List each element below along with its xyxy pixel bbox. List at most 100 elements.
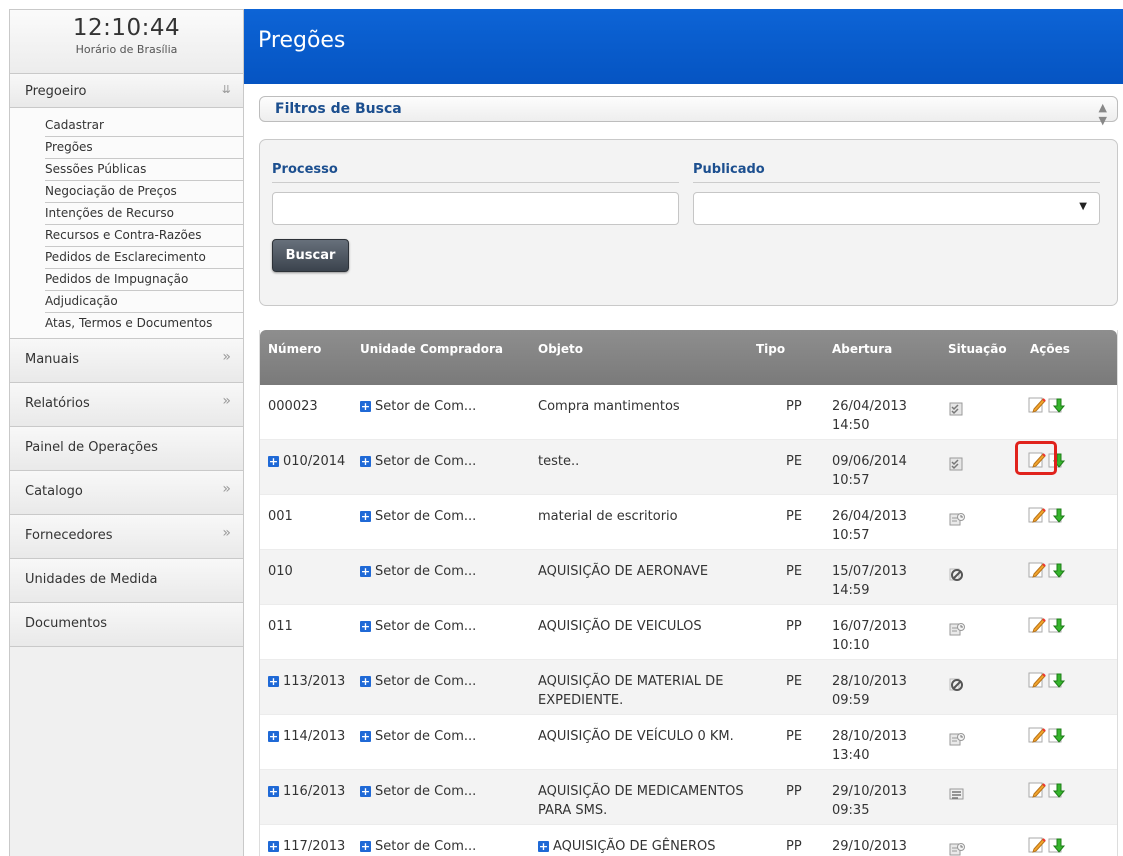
abertura-cell: 15/07/2013 14:59: [832, 562, 907, 600]
submenu-item[interactable]: Negociação de Preços: [45, 181, 243, 203]
tipo-cell: PE: [786, 562, 802, 581]
numero-cell-text: 113/2013: [283, 674, 346, 689]
expand-plus-icon[interactable]: +: [268, 786, 279, 797]
edit-icon[interactable]: [1028, 561, 1046, 579]
tipo-cell: PP: [786, 397, 802, 416]
submenu-item[interactable]: Recursos e Contra-Razões: [45, 225, 243, 247]
menu-section[interactable]: Painel de Operações: [10, 427, 243, 471]
unidade-cell: + Setor de Com...: [360, 397, 476, 416]
objeto-cell-text: AQUISIÇÃO DE AERONAVE: [538, 564, 709, 579]
submenu-item[interactable]: Pedidos de Impugnação: [45, 269, 243, 291]
expand-plus-icon[interactable]: +: [360, 676, 371, 687]
menu-section[interactable]: Manuais »: [10, 339, 243, 383]
numero-cell: 000023: [268, 397, 318, 416]
menu-pregoeiro[interactable]: Pregoeiro ⇊: [10, 74, 243, 108]
document-clock-icon: [948, 731, 966, 747]
tipo-cell: PP: [786, 617, 802, 636]
download-icon[interactable]: [1048, 561, 1066, 579]
submenu-item[interactable]: Pregões: [45, 137, 243, 159]
table-row: 010 + Setor de Com... AQUISIÇÃO DE AERONAVE…: [260, 550, 1117, 605]
expand-arrow-icon: »: [222, 525, 231, 541]
menu-section[interactable]: Fornecedores »: [10, 515, 243, 559]
unidade-cell: + Setor de Com...: [360, 782, 476, 801]
menu-section-label: Unidades de Medida: [25, 572, 158, 587]
expand-plus-icon[interactable]: +: [360, 786, 371, 797]
sort-arrows-icon[interactable]: ▲ ▼: [1099, 101, 1107, 127]
download-icon[interactable]: [1048, 781, 1066, 799]
expand-plus-icon[interactable]: +: [538, 841, 549, 852]
expand-plus-icon[interactable]: +: [268, 676, 279, 687]
objeto-cell-text: teste..: [538, 454, 580, 469]
menu-section[interactable]: Unidades de Medida: [10, 559, 243, 603]
edit-icon[interactable]: [1028, 396, 1046, 414]
tipo-cell-text: PP: [786, 619, 802, 634]
abertura-cell: 29/10/201310:18: [832, 837, 907, 856]
edit-icon[interactable]: [1028, 726, 1046, 744]
edit-icon[interactable]: [1028, 616, 1046, 634]
menu-section[interactable]: Documentos: [10, 603, 243, 647]
filter-toggle-bar[interactable]: Filtros de Busca ▲ ▼: [259, 96, 1118, 127]
unidade-cell-text: Setor de Com...: [375, 399, 477, 414]
download-icon[interactable]: [1048, 616, 1066, 634]
download-icon[interactable]: [1048, 396, 1066, 414]
publicado-label: Publicado: [693, 162, 1100, 183]
tipo-cell: PE: [786, 727, 802, 746]
download-icon[interactable]: [1048, 671, 1066, 689]
expand-plus-icon[interactable]: +: [360, 731, 371, 742]
checklist-icon: [948, 401, 966, 417]
expand-plus-icon[interactable]: +: [268, 841, 279, 852]
expand-plus-icon[interactable]: +: [360, 621, 371, 632]
abertura-date: 28/10/2013: [832, 729, 907, 744]
objeto-cell: teste..: [538, 452, 748, 471]
edit-icon[interactable]: [1028, 506, 1046, 524]
submenu-item[interactable]: Adjudicação: [45, 291, 243, 313]
abertura-time: 10:10: [832, 638, 870, 653]
edit-icon[interactable]: [1028, 671, 1046, 689]
unidade-cell: + Setor de Com...: [360, 837, 476, 856]
pregoeiro-submenu: Cadastrar Pregões Sessões Públicas Negociaç…: [10, 108, 243, 339]
expand-plus-icon[interactable]: +: [268, 456, 279, 467]
search-button[interactable]: Buscar: [272, 239, 349, 272]
abertura-date: 29/10/2013: [832, 839, 907, 854]
numero-cell: 001: [268, 507, 293, 526]
edit-icon[interactable]: [1028, 781, 1046, 799]
menu-section[interactable]: Catalogo »: [10, 471, 243, 515]
submenu-item[interactable]: Sessões Públicas: [45, 159, 243, 181]
submenu-item[interactable]: Pedidos de Esclarecimento: [45, 247, 243, 269]
menu-section[interactable]: Relatórios »: [10, 383, 243, 427]
expand-plus-icon[interactable]: +: [360, 841, 371, 852]
expand-plus-icon[interactable]: +: [268, 731, 279, 742]
expand-plus-icon[interactable]: +: [360, 401, 371, 412]
objeto-cell: + AQUISIÇÃO DE GÊNEROS ALIMENTÍCIOS PAR: [538, 837, 748, 856]
expand-plus-icon[interactable]: +: [360, 511, 371, 522]
unidade-cell-text: Setor de Com...: [375, 784, 477, 799]
submenu-item[interactable]: Intenções de Recurso: [45, 203, 243, 225]
menu-section-label: Documentos: [25, 616, 108, 631]
page-header: Pregões: [244, 9, 1123, 84]
submenu-item[interactable]: Atas, Termos e Documentos: [45, 313, 243, 334]
expand-plus-icon[interactable]: +: [360, 456, 371, 467]
tipo-cell-text: PE: [786, 674, 803, 689]
submenu-item[interactable]: Cadastrar: [45, 115, 243, 137]
numero-cell-text: 114/2013: [283, 729, 346, 744]
objeto-cell-text: Compra mantimentos: [538, 399, 680, 414]
abertura-date: 28/10/2013: [832, 674, 907, 689]
numero-cell: +113/2013: [268, 672, 345, 691]
tipo-cell-text: PE: [786, 564, 803, 579]
objeto-cell-text: AQUISIÇÃO DE VEICULOS: [538, 619, 702, 634]
unidade-cell-text: Setor de Com...: [375, 729, 477, 744]
download-icon[interactable]: [1048, 836, 1066, 854]
expand-plus-icon[interactable]: +: [360, 566, 371, 577]
download-icon[interactable]: [1048, 726, 1066, 744]
publicado-select[interactable]: ▼: [693, 192, 1100, 225]
objeto-cell: material de escritorio: [538, 507, 748, 526]
tipo-cell-text: PP: [786, 784, 802, 799]
download-icon[interactable]: [1048, 506, 1066, 524]
tipo-cell: PE: [786, 672, 802, 691]
abertura-cell: 28/10/2013 13:40: [832, 727, 907, 765]
abertura-date: 26/04/2013: [832, 509, 907, 524]
objeto-cell: AQUISIÇÃO DE AERONAVE: [538, 562, 748, 581]
edit-icon[interactable]: [1028, 836, 1046, 854]
processo-input[interactable]: [272, 192, 679, 225]
tipo-cell-text: PE: [786, 509, 803, 524]
